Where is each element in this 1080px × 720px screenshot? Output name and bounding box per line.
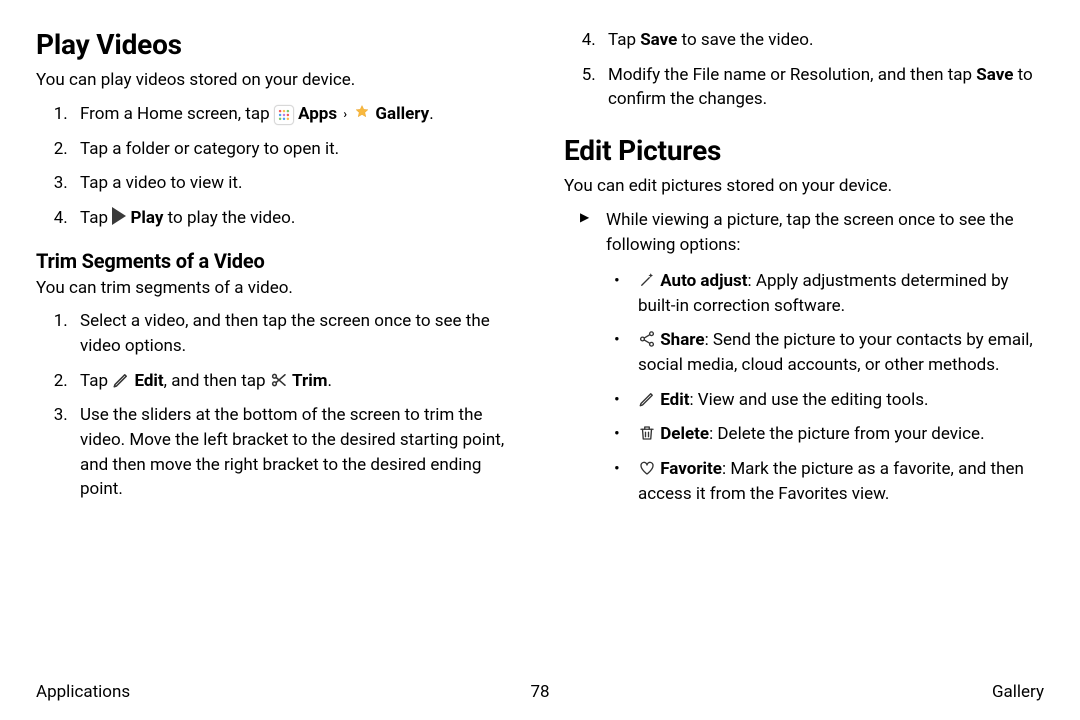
edit-pictures-list: While viewing a picture, tap the screen … xyxy=(564,208,1044,506)
edit-pictures-lead: While viewing a picture, tap the screen … xyxy=(592,208,1044,506)
share-icon xyxy=(638,330,656,348)
edit-label: Edit xyxy=(134,371,163,391)
gallery-label: Gallery xyxy=(375,104,429,124)
trim-steps: Select a video, and then tap the screen … xyxy=(36,309,516,501)
delete-label: Delete xyxy=(660,424,709,444)
edit-option-label: Edit xyxy=(660,390,689,410)
option-delete: Delete: Delete the picture from your dev… xyxy=(628,422,1044,447)
option-share: Share: Send the picture to your contacts… xyxy=(628,328,1044,377)
save-label-1: Save xyxy=(640,30,677,50)
play-icon xyxy=(112,207,126,225)
edit-options: Auto adjust: Apply adjustments determine… xyxy=(606,269,1044,506)
heading-edit-pictures: Edit Pictures xyxy=(564,134,1044,167)
footer-right: Gallery xyxy=(992,682,1044,702)
trim-label: Trim xyxy=(292,371,327,391)
scissors-icon xyxy=(270,371,288,389)
right-column: Tap Save to save the video. Modify the F… xyxy=(564,28,1044,720)
favorite-label: Favorite xyxy=(660,459,722,479)
apps-label: Apps xyxy=(298,104,337,124)
page-number: 78 xyxy=(530,682,549,702)
option-favorite: Favorite: Mark the picture as a favorite… xyxy=(628,457,1044,506)
auto-adjust-label: Auto adjust xyxy=(660,271,747,291)
trim-step-4: Tap Save to save the video. xyxy=(600,28,1044,53)
wand-icon xyxy=(638,271,656,289)
play-videos-steps: From a Home screen, tap Apps xyxy=(36,102,516,231)
trim-step-1: Select a video, and then tap the screen … xyxy=(72,309,516,358)
left-column: Play Videos You can play videos stored o… xyxy=(36,28,516,720)
trim-step-2: Tap Edit, and then tap Trim. xyxy=(72,369,516,394)
play-label: Play xyxy=(130,208,163,228)
play-step-1: From a Home screen, tap Apps xyxy=(72,102,516,127)
share-label: Share xyxy=(660,330,704,350)
intro-play-videos: You can play videos stored on your devic… xyxy=(36,69,516,92)
trim-step-3: Use the sliders at the bottom of the scr… xyxy=(72,403,516,502)
footer-left: Applications xyxy=(36,682,130,702)
page-footer: Applications 78 Gallery xyxy=(36,682,1044,702)
manual-page: Play Videos You can play videos stored o… xyxy=(0,0,1080,720)
trim-step-5: Modify the File name or Resolution, and … xyxy=(600,63,1044,112)
option-edit: Edit: View and use the editing tools. xyxy=(628,388,1044,413)
heart-icon xyxy=(638,459,656,477)
apps-icon xyxy=(274,105,294,125)
trim-steps-continued: Tap Save to save the video. Modify the F… xyxy=(564,28,1044,112)
trash-icon xyxy=(638,424,656,442)
option-auto-adjust: Auto adjust: Apply adjustments determine… xyxy=(628,269,1044,318)
intro-trim: You can trim segments of a video. xyxy=(36,277,516,300)
edit-pencil-icon xyxy=(638,390,656,408)
gallery-icon xyxy=(353,104,371,122)
play-step-3: Tap a video to view it. xyxy=(72,171,516,196)
play-step-2: Tap a folder or category to open it. xyxy=(72,137,516,162)
intro-edit-pictures: You can edit pictures stored on your dev… xyxy=(564,175,1044,198)
edit-icon xyxy=(112,371,130,389)
heading-trim: Trim Segments of a Video xyxy=(36,249,516,273)
play-step-4: Tap Play to play the video. xyxy=(72,206,516,231)
chevron-icon: › xyxy=(343,107,347,121)
heading-play-videos: Play Videos xyxy=(36,28,516,61)
save-label-2: Save xyxy=(976,65,1013,85)
